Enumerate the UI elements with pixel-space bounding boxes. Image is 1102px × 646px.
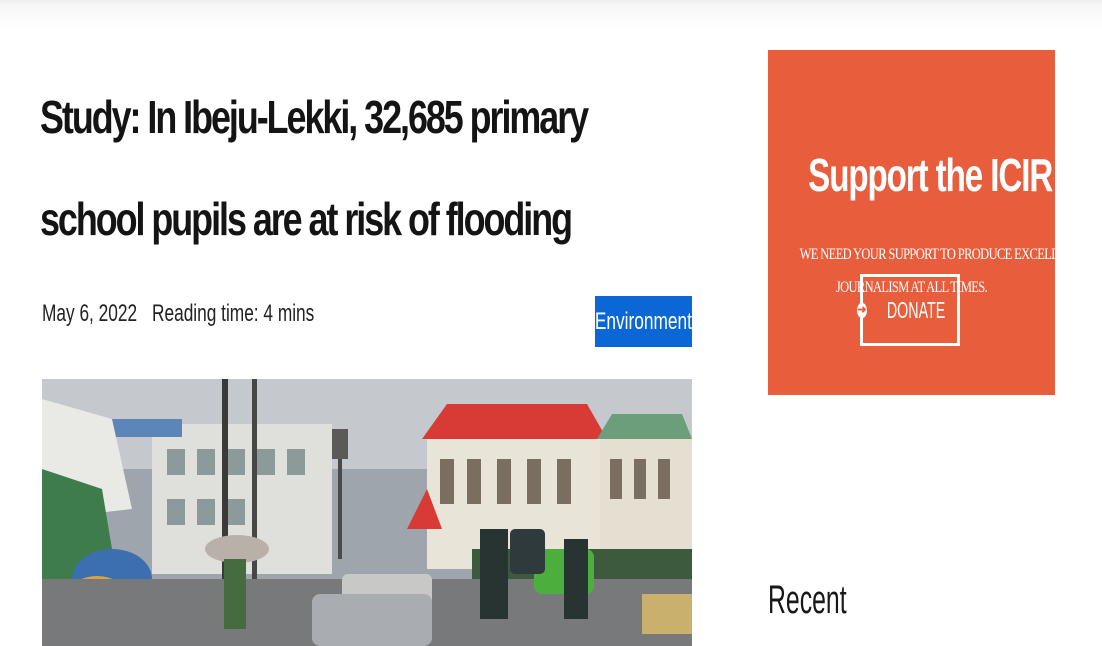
category-badge-link[interactable]: Environment [595, 296, 692, 347]
donate-label: DONATE [886, 296, 945, 323]
recent-heading: Recent [768, 578, 847, 622]
publish-date: May 6, 2022 [42, 300, 138, 327]
support-title: Support the ICIR [808, 149, 1053, 201]
donate-button[interactable]: ➜ DONATE [857, 274, 960, 346]
reading-time: Reading time: 4 mins [151, 300, 315, 327]
top-header-bar [0, 0, 1102, 30]
article-meta: May 6, 2022 Reading time: 4 mins [42, 300, 324, 328]
support-text-line-1: WE NEED YOUR SUPPORT TO PRODUCE EXCELLEN… [799, 246, 1082, 263]
article-title: Study: In Ibeju-Lekki, 32,685 primary sc… [40, 91, 589, 245]
category-label: Environment [595, 307, 692, 335]
arrow-right-circle-icon: ➜ [857, 302, 867, 318]
article-hero-image [42, 379, 692, 646]
